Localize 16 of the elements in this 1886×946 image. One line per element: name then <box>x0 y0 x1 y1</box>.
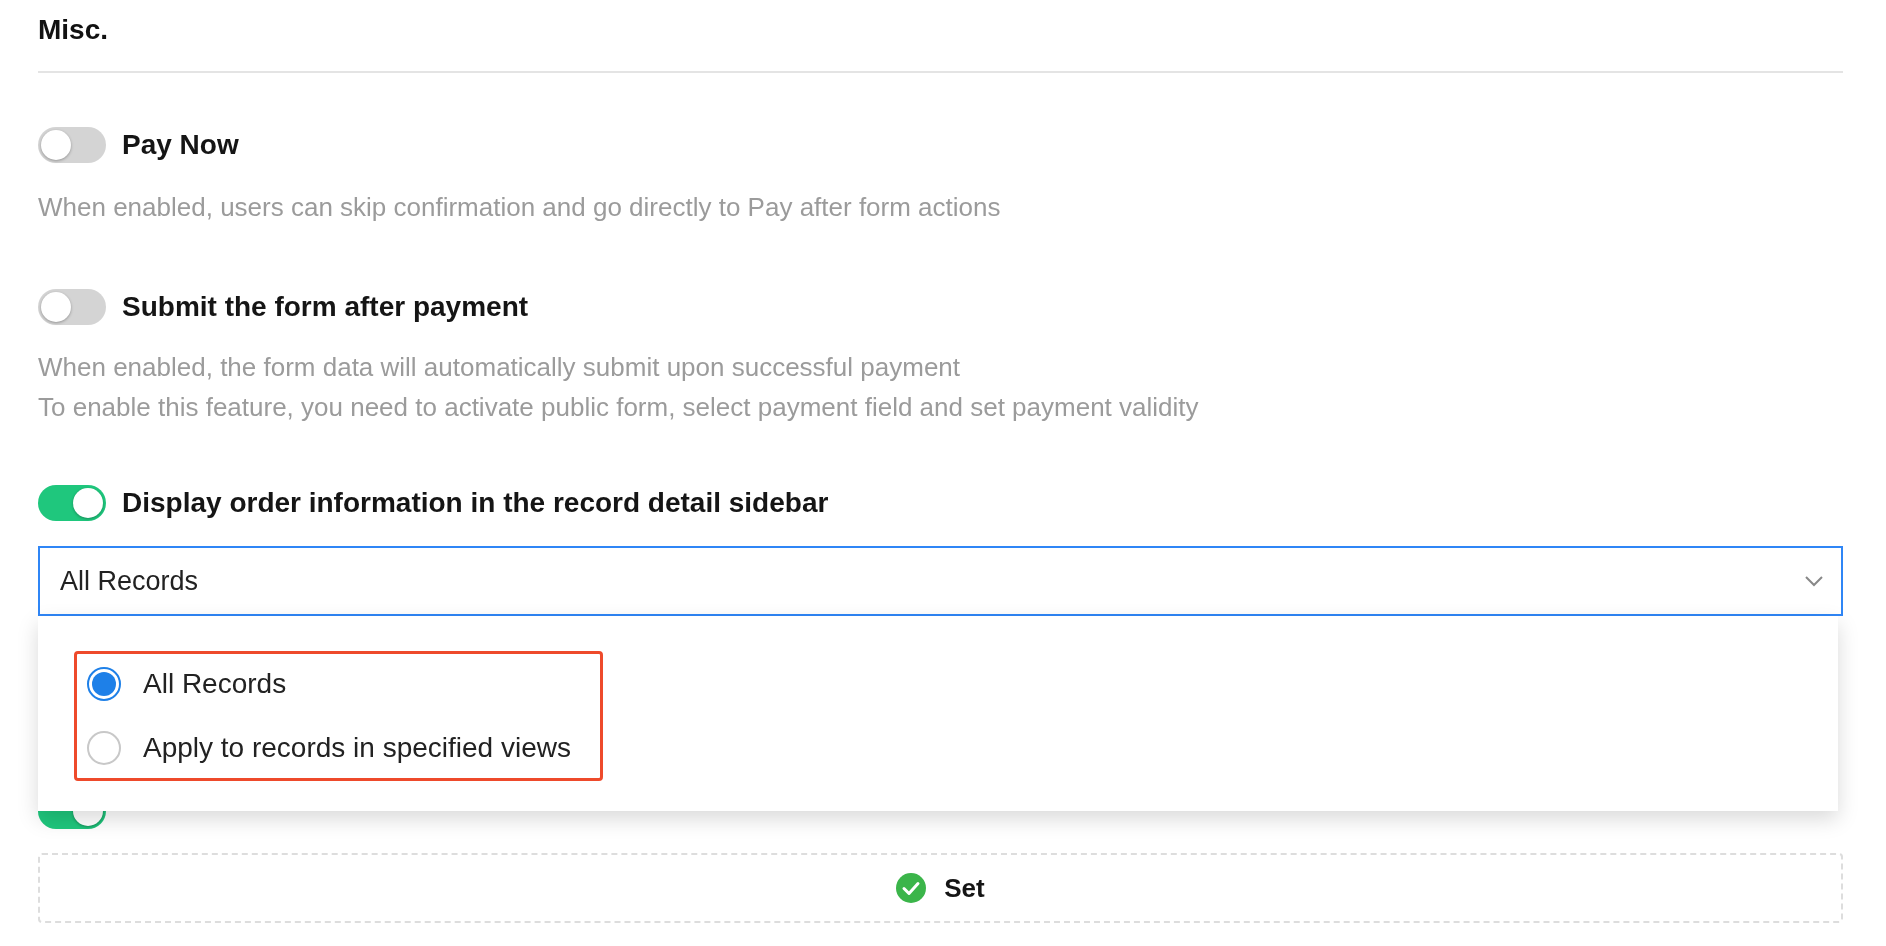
check-circle-icon <box>896 873 927 903</box>
setting-description: When enabled, users can skip confirmation and go directly to Pay after form actions <box>38 191 1002 224</box>
chevron-down-icon <box>1805 575 1823 587</box>
setting-label: Submit the form after payment <box>122 291 529 323</box>
setting-description: When enabled, the form data will automatically submit upon successful payment <box>38 351 962 384</box>
record-scope-select[interactable]: All Records <box>38 546 1843 616</box>
section-title: Misc. <box>38 13 110 47</box>
toggle-switch[interactable] <box>38 485 106 521</box>
setting-label: Pay Now <box>122 129 239 161</box>
set-button[interactable]: Set <box>38 853 1843 923</box>
toggle-switch[interactable] <box>38 289 106 325</box>
setting-label: Display order information in the record detail sidebar <box>122 487 829 519</box>
setting-description: To enable this feature, you need to activate public form, select payment field and set payment validity <box>38 391 1200 424</box>
radio-option[interactable]: Apply to records in specified views <box>87 727 600 769</box>
radio-option[interactable]: All Records <box>87 663 600 705</box>
toggle-switch[interactable] <box>38 127 106 163</box>
